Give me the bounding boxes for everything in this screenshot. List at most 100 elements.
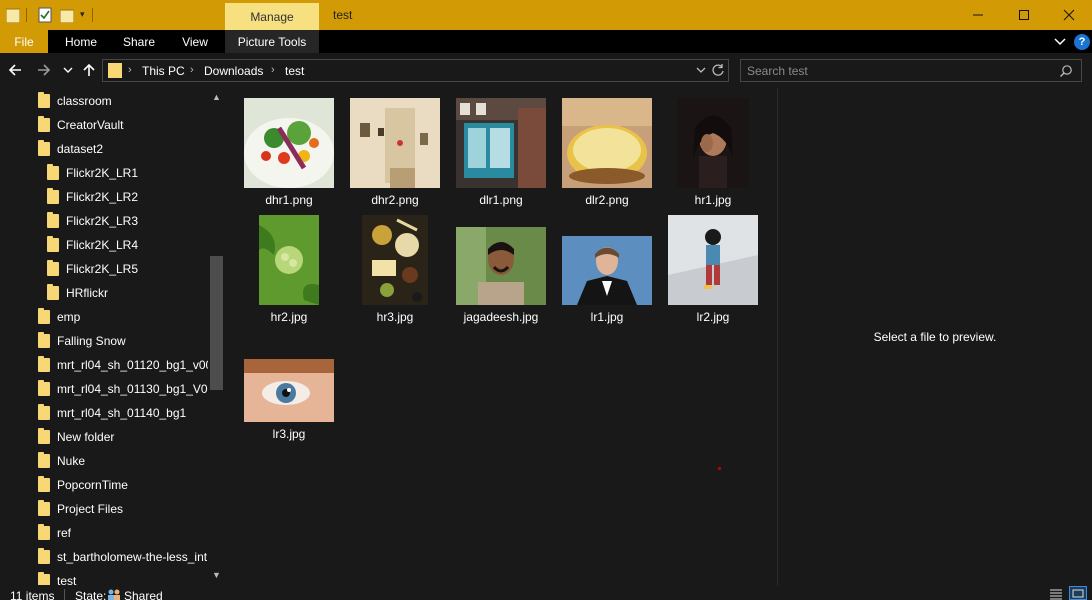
folder-icon — [38, 524, 50, 540]
customize-qat-icon[interactable]: ▾ — [80, 9, 85, 20]
chevron-down-icon — [63, 67, 73, 73]
sidebar-item[interactable]: emp — [0, 305, 208, 329]
sidebar-item[interactable]: Nuke — [0, 449, 208, 473]
sidebar-item[interactable]: PopcornTime — [0, 473, 208, 497]
file-tile[interactable]: lr2.jpg — [660, 215, 766, 332]
sidebar-item[interactable]: mrt_rl04_sh_01140_bg1 — [0, 401, 208, 425]
sidebar-item[interactable]: dataset2 — [0, 137, 208, 161]
sidebar-item[interactable]: Project Files — [0, 497, 208, 521]
chevron-down-icon — [696, 67, 706, 73]
scroll-down-arrow-icon[interactable]: ▼ — [212, 570, 221, 580]
sidebar-item[interactable]: New folder — [0, 425, 208, 449]
folder-icon — [38, 452, 50, 468]
sidebar-item-label: mrt_rl04_sh_01140_bg1 — [57, 406, 187, 420]
address-bar[interactable]: › This PC › Downloads › test — [102, 59, 729, 82]
forward-button[interactable] — [35, 61, 53, 79]
file-tile[interactable]: lr1.jpg — [554, 215, 660, 332]
details-view-button[interactable] — [1048, 587, 1064, 600]
ribbon-tabs: File Home Share View Picture Tools ? — [0, 30, 1092, 53]
status-bar: 11 items State: Shared — [0, 585, 1092, 600]
file-name: dlr1.png — [479, 193, 523, 207]
manage-tab[interactable]: Manage — [225, 3, 319, 30]
help-icon[interactable]: ? — [1074, 34, 1090, 50]
properties-icon[interactable] — [38, 7, 52, 23]
large-icons-view-icon — [1072, 589, 1084, 598]
thumbnail-image — [668, 215, 758, 305]
search-icon[interactable] — [1059, 64, 1073, 81]
folder-icon — [38, 308, 50, 324]
file-name: dhr1.png — [265, 193, 313, 207]
breadcrumb-downloads[interactable]: Downloads — [204, 64, 263, 78]
tab-picture-tools[interactable]: Picture Tools — [225, 30, 319, 53]
thumbnail-image — [677, 98, 749, 188]
tab-view[interactable]: View — [172, 30, 218, 53]
tab-share[interactable]: Share — [116, 30, 162, 53]
sidebar-item[interactable]: Flickr2K_LR1 — [0, 161, 208, 185]
sidebar-item-label: Falling Snow — [57, 334, 126, 348]
large-icons-view-button[interactable] — [1069, 586, 1087, 600]
sidebar-item-label: Flickr2K_LR5 — [66, 262, 139, 276]
sidebar-item[interactable]: Flickr2K_LR4 — [0, 233, 208, 257]
sidebar-item[interactable]: HRflickr — [0, 281, 208, 305]
expand-ribbon-button[interactable] — [1053, 34, 1067, 48]
folder-icon — [47, 164, 59, 180]
file-tile[interactable]: lr3.jpg — [236, 332, 342, 449]
scroll-up-arrow-icon[interactable]: ▲ — [212, 92, 221, 102]
search-box[interactable] — [740, 59, 1082, 82]
folder-icon — [38, 428, 50, 444]
file-tile[interactable]: jagadeesh.jpg — [448, 215, 554, 332]
chevron-right-icon: › — [271, 64, 275, 76]
file-name: jagadeesh.jpg — [463, 310, 539, 324]
tab-home[interactable]: Home — [58, 30, 104, 53]
folder-icon[interactable] — [5, 7, 21, 24]
sidebar-item-label: PopcornTime — [57, 478, 128, 492]
file-tile[interactable]: dhr2.png — [342, 98, 448, 215]
sidebar-item[interactable]: st_bartholomew-the-less_int — [0, 545, 208, 569]
details-view-icon — [1050, 589, 1062, 600]
sidebar-item-label: Flickr2K_LR1 — [66, 166, 139, 180]
up-button[interactable] — [80, 61, 98, 79]
file-name: hr2.jpg — [270, 310, 308, 324]
scrollbar-thumb[interactable] — [210, 256, 223, 390]
address-history-button[interactable] — [696, 64, 706, 79]
minimize-button[interactable] — [955, 0, 1001, 30]
sidebar-item[interactable]: Flickr2K_LR2 — [0, 185, 208, 209]
thumbnail-image — [350, 98, 440, 188]
sidebar-item[interactable]: classroom — [0, 89, 208, 113]
file-tile[interactable]: hr3.jpg — [342, 215, 448, 332]
sidebar-item-label: dataset2 — [57, 142, 104, 156]
folder-icon — [108, 63, 122, 78]
file-tile[interactable]: dlr1.png — [448, 98, 554, 215]
navigation-pane-scrollbar[interactable]: ▲ ▼ — [208, 88, 227, 585]
recent-locations-button[interactable] — [59, 61, 77, 79]
file-tile[interactable]: dlr2.png — [554, 98, 660, 215]
arrow-left-icon — [8, 64, 21, 76]
close-button[interactable] — [1046, 0, 1092, 30]
maximize-button[interactable] — [1001, 0, 1047, 30]
search-input[interactable] — [747, 62, 1047, 79]
sidebar-item[interactable]: test — [0, 569, 208, 585]
shared-users-icon — [107, 588, 121, 600]
breadcrumb-this-pc[interactable]: This PC — [142, 64, 185, 78]
file-tile[interactable]: hr2.jpg — [236, 215, 342, 332]
thumbnail-frame — [554, 98, 660, 190]
sidebar-item[interactable]: mrt_rl04_sh_01130_bg1_V02 — [0, 377, 214, 401]
sidebar-item[interactable]: mrt_rl04_sh_01120_bg1_v001_ — [0, 353, 226, 377]
thumbnail-image — [244, 98, 334, 188]
sidebar-item[interactable]: Flickr2K_LR5 — [0, 257, 208, 281]
sidebar-item[interactable]: Falling Snow — [0, 329, 208, 353]
folder-icon — [47, 236, 59, 252]
sidebar-item-label: Flickr2K_LR4 — [66, 238, 139, 252]
back-button[interactable] — [6, 61, 24, 79]
new-folder-icon[interactable] — [59, 7, 75, 24]
tab-file[interactable]: File — [0, 30, 48, 53]
sidebar-item-label: classroom — [57, 94, 112, 108]
file-tile[interactable]: hr1.jpg — [660, 98, 766, 215]
thumbnail-frame — [236, 98, 342, 190]
sidebar-item[interactable]: Flickr2K_LR3 — [0, 209, 208, 233]
sidebar-item[interactable]: ref — [0, 521, 208, 545]
sidebar-item[interactable]: CreatorVault — [0, 113, 208, 137]
breadcrumb-test[interactable]: test — [285, 64, 304, 78]
refresh-button[interactable] — [711, 63, 725, 80]
file-tile[interactable]: dhr1.png — [236, 98, 342, 215]
